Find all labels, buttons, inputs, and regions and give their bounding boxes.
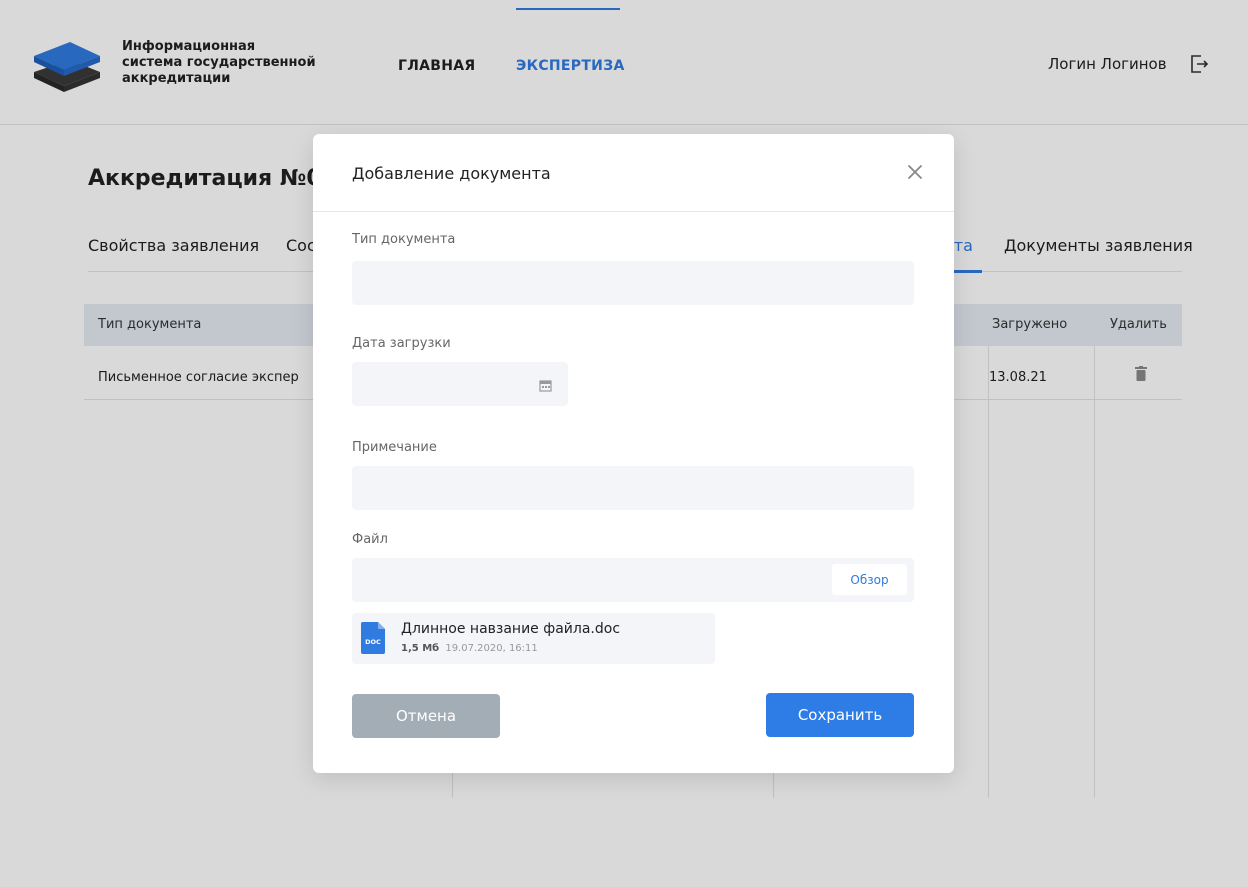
browse-button[interactable]: Обзор	[832, 564, 907, 595]
add-document-dialog: Добавление документа Тип документа Дата …	[313, 134, 954, 773]
note-input[interactable]	[352, 466, 914, 510]
file-size: 1,5 Мб	[401, 643, 440, 654]
calendar-icon[interactable]	[539, 379, 552, 392]
dialog-divider	[313, 211, 954, 212]
close-icon[interactable]	[905, 162, 925, 182]
file-input[interactable]	[352, 558, 914, 602]
attached-file[interactable]: DOC Длинное навзание файла.doc 1,5 Мб 19…	[352, 613, 715, 664]
note-label: Примечание	[352, 440, 437, 455]
upload-date-input[interactable]	[352, 362, 568, 406]
file-name: Длинное навзание файла.doc	[401, 621, 621, 637]
save-button[interactable]: Сохранить	[766, 693, 914, 737]
doc-type-input[interactable]	[352, 261, 914, 305]
file-label: Файл	[352, 532, 388, 547]
doc-type-label: Тип документа	[352, 232, 456, 247]
file-meta: 1,5 Мб 19.07.2020, 16:11	[401, 643, 538, 654]
doc-file-icon: DOC	[361, 622, 385, 654]
upload-date-label: Дата загрузки	[352, 336, 451, 351]
doc-icon-label: DOC	[365, 638, 381, 646]
file-date: 19.07.2020, 16:11	[445, 643, 538, 654]
cancel-button[interactable]: Отмена	[352, 694, 500, 738]
dialog-title: Добавление документа	[352, 164, 551, 183]
